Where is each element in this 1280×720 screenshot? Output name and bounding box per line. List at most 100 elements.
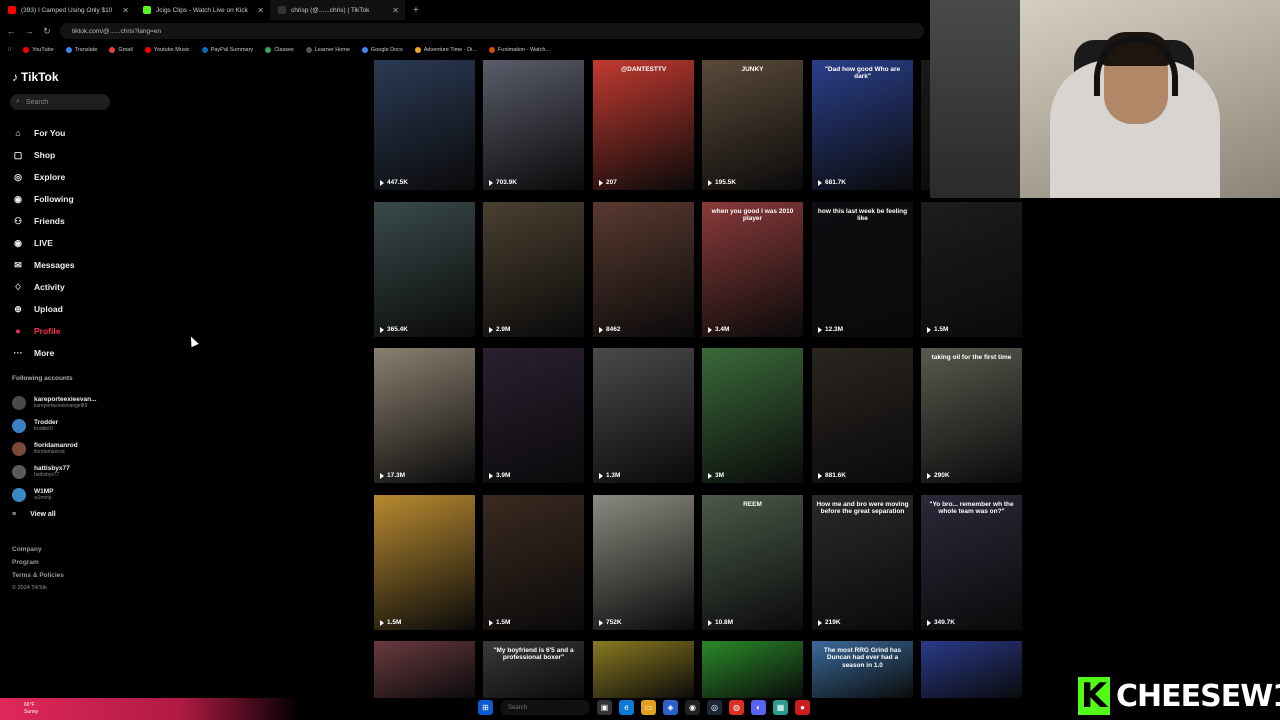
video-tile[interactable]: 3.9M — [483, 348, 584, 483]
file-explorer-icon[interactable]: ▭ — [641, 700, 656, 715]
nav-item-live[interactable]: ◉ LIVE — [12, 232, 75, 254]
bookmark-item[interactable]: PayPal Summary — [201, 47, 253, 53]
video-tile[interactable]: when you good I was 2010 player 3.4M — [702, 202, 803, 337]
nav-item-messages[interactable]: ✉ Messages — [12, 254, 74, 276]
video-tile[interactable]: taking oil for the first time 290K — [921, 348, 1022, 483]
bookmark-item[interactable]: Adventure Time - Di... — [414, 47, 477, 53]
apps-grid-icon[interactable]: ⁞⁞ — [8, 47, 11, 53]
video-tile[interactable]: 17.3M — [374, 348, 475, 483]
view-count: 1.5M — [927, 326, 948, 333]
footer-company-link[interactable]: Company — [12, 543, 64, 556]
bookmark-item[interactable]: Classes — [265, 47, 294, 53]
video-tile[interactable]: "My boyfriend is 6'5 and a professional … — [483, 641, 584, 699]
video-tile[interactable]: 447.5K — [374, 60, 475, 190]
bookmark-item[interactable]: Gmail — [109, 47, 133, 53]
following-account[interactable]: kareporteexieevan... kareporteexieevangel… — [12, 391, 97, 414]
play-icon — [489, 326, 493, 333]
following-account[interactable]: floridamanrod floridamanrod — [12, 437, 97, 460]
video-tile[interactable]: 365.4K — [374, 202, 475, 337]
video-tile[interactable]: 2.9M — [483, 202, 584, 337]
nav-item-shop[interactable]: ▢ Shop — [12, 144, 75, 166]
nav-item-explore[interactable]: ◎ Explore — [12, 166, 75, 188]
store-icon[interactable]: ◈ — [663, 700, 678, 715]
video-thumbnail — [593, 60, 694, 190]
chrome-icon[interactable]: ◍ — [729, 700, 744, 715]
nav-item-upload[interactable]: ⊕ Upload — [12, 298, 75, 320]
play-icon — [818, 326, 822, 333]
video-tile[interactable] — [593, 641, 694, 699]
forward-icon[interactable]: → — [24, 26, 34, 36]
video-thumbnail — [374, 60, 475, 190]
close-icon[interactable]: ✕ — [257, 6, 264, 15]
video-tile[interactable]: "Yo bro... remember wh the whole team wa… — [921, 495, 1022, 630]
view-count-text: 3.4M — [715, 326, 730, 333]
video-tile[interactable]: 881.6K — [812, 348, 913, 483]
tab-favicon-icon — [278, 6, 286, 14]
video-tile[interactable]: How me and bro were moving before the gr… — [812, 495, 913, 630]
video-tile[interactable]: 1.3M — [593, 348, 694, 483]
obs-icon[interactable]: ◉ — [685, 700, 700, 715]
following-account[interactable]: W1MP w1mmp — [12, 483, 97, 506]
url-field[interactable]: tiktok.com/@......chris?lang=en — [60, 23, 924, 39]
video-tile[interactable]: The most RRG Grind has Duncan had ever h… — [812, 641, 913, 699]
edge-icon[interactable]: e — [619, 700, 634, 715]
bookmark-item[interactable]: Learner Home — [305, 47, 350, 53]
nav-item-activity[interactable]: ♢ Activity — [12, 276, 75, 298]
back-icon[interactable]: ← — [6, 26, 16, 36]
taskbar-search[interactable]: Search — [500, 700, 590, 715]
close-icon[interactable]: ✕ — [392, 6, 399, 15]
search-input[interactable]: ⌕ Search — [10, 94, 110, 110]
video-tile[interactable]: how this last week be feeling like 12.3M — [812, 202, 913, 337]
new-tab-button[interactable]: + — [405, 5, 427, 16]
video-tile[interactable]: @DANTESTTV 207 — [593, 60, 694, 190]
close-icon[interactable]: ✕ — [122, 6, 129, 15]
discord-icon[interactable]: ◐ — [751, 700, 766, 715]
video-caption: taking oil for the first time — [931, 354, 1012, 361]
video-tile[interactable]: 1.5M — [483, 495, 584, 630]
bookmark-item[interactable]: Youtube Music — [144, 47, 190, 53]
video-tile[interactable] — [374, 641, 475, 699]
browser-tab[interactable]: (393) I Camped Using Only $10 ✕ — [0, 0, 135, 20]
app-icon[interactable]: ▦ — [773, 700, 788, 715]
video-caption: JUNKY — [741, 66, 764, 73]
mouse-cursor — [187, 334, 199, 348]
bookmark-item[interactable]: Translate — [65, 47, 97, 53]
footer-terms-link[interactable]: Terms & Policies — [12, 569, 64, 582]
nav-item-for-you[interactable]: ⌂ For You — [12, 122, 75, 144]
steam-icon[interactable]: ◎ — [707, 700, 722, 715]
following-account[interactable]: Trodder trodder0 — [12, 414, 97, 437]
view-all-button[interactable]: ≡ View all — [12, 511, 56, 518]
recording-icon[interactable]: ● — [795, 700, 810, 715]
bookmark-item[interactable]: Funimation - Watch... — [488, 47, 550, 53]
following-account[interactable]: hattisbyx77 hattisbyx77 — [12, 460, 97, 483]
weather-widget[interactable]: 66°F Sunny — [0, 698, 300, 720]
task-view-icon[interactable]: ▣ — [597, 700, 612, 715]
video-tile[interactable]: REEM 10.8M — [702, 495, 803, 630]
browser-tab[interactable]: Jcigs Clips - Watch Live on Kick ✕ — [135, 0, 270, 20]
nav-item-friends[interactable]: ⚇ Friends — [12, 210, 75, 232]
bookmark-item[interactable]: YouTube — [23, 47, 54, 53]
video-tile[interactable]: 1.5M — [374, 495, 475, 630]
windows-start-icon[interactable]: ⊞ — [478, 700, 493, 715]
video-tile[interactable]: "Dad how good Who are dark" 681.7K — [812, 60, 913, 190]
view-count-text: 1.5M — [387, 619, 402, 626]
nav-item-profile[interactable]: ● Profile — [12, 320, 75, 342]
video-tile[interactable]: 703.9K — [483, 60, 584, 190]
video-tile[interactable]: 8462 — [593, 202, 694, 337]
browser-tab[interactable]: chrisp (@......chris) | TikTok ✕ — [270, 0, 405, 20]
video-tile[interactable] — [921, 641, 1022, 699]
nav-item-more[interactable]: ··· More — [12, 342, 75, 364]
avatar — [12, 418, 26, 433]
video-tile[interactable]: 3M — [702, 348, 803, 483]
video-tile[interactable]: JUNKY 195.5K — [702, 60, 803, 190]
account-handle: floridamanrod — [34, 449, 65, 456]
footer-program-link[interactable]: Program — [12, 556, 64, 569]
tiktok-logo[interactable]: ♪ TikTok — [12, 70, 59, 84]
view-count: 447.5K — [380, 179, 408, 186]
bookmark-item[interactable]: Google Docs — [361, 47, 403, 53]
reload-icon[interactable]: ↻ — [42, 26, 52, 37]
video-tile[interactable] — [702, 641, 803, 699]
video-tile[interactable]: 752K — [593, 495, 694, 630]
nav-item-following[interactable]: ◉ Following — [12, 188, 75, 210]
video-tile[interactable]: 1.5M — [921, 202, 1022, 337]
